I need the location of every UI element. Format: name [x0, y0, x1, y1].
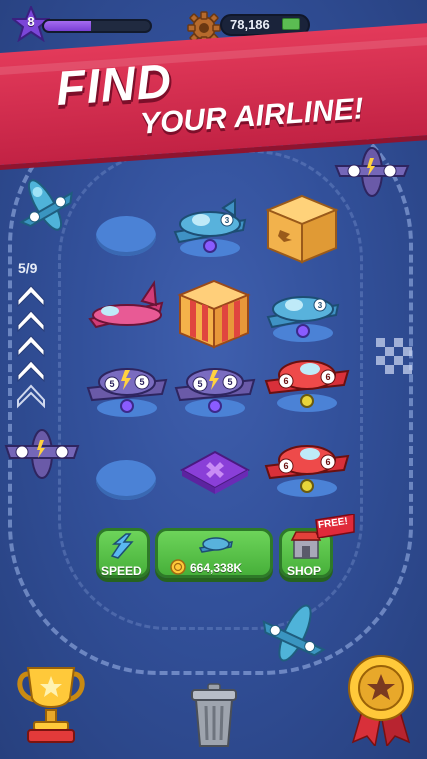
trash-icon[interactable] [190, 682, 238, 748]
merge-plane-purple-lv5[interactable]: 5 5 [82, 350, 172, 420]
svg-text:6: 6 [325, 457, 330, 467]
level-number: 8 [27, 14, 35, 29]
xp-bar [42, 19, 152, 33]
race-plane-teal-2 [262, 604, 326, 662]
merge-plane-red-lv6-b[interactable]: 6 6 [262, 430, 352, 500]
svg-text:5: 5 [139, 377, 144, 387]
shop-label: SHOP [287, 564, 322, 578]
add-slot-button[interactable] [180, 448, 250, 498]
merge-crate[interactable] [264, 190, 340, 266]
svg-text:6: 6 [283, 461, 288, 471]
trophy-icon[interactable] [14, 664, 88, 748]
runway-progress-arrows [17, 285, 45, 409]
svg-text:5: 5 [197, 379, 202, 389]
merge-plane-teal-lv3-b[interactable]: 3 [258, 275, 348, 345]
speed-label: SPEED [101, 564, 142, 578]
svg-text:6: 6 [283, 376, 288, 386]
merge-plane-purple-lv5-b[interactable]: 5 5 [170, 350, 260, 420]
checkered-flag-icon [376, 338, 412, 374]
buy-plane-price: 664,338K [190, 561, 243, 575]
merge-plane-red-lv6[interactable]: 6 6 [262, 345, 352, 415]
speed-icon [110, 533, 134, 559]
coin-amount: 78,186 [230, 17, 270, 32]
merge-plane-pink[interactable] [82, 275, 172, 345]
merge-slot-empty[interactable] [96, 216, 156, 256]
race-plane-purple [334, 147, 410, 197]
svg-text:5: 5 [227, 377, 232, 387]
race-plane-purple-2 [4, 429, 80, 479]
merge-plane-teal-lv3[interactable]: 3 [165, 190, 255, 260]
cash-icon [282, 18, 300, 30]
svg-text:5: 5 [109, 379, 114, 389]
svg-text:3: 3 [225, 216, 230, 225]
runway-progress: 5/9 [18, 260, 38, 276]
race-plane-teal [19, 179, 73, 231]
merge-slot-empty-2[interactable] [96, 460, 156, 500]
svg-text:3: 3 [318, 301, 323, 310]
xp-bar-fill [44, 21, 91, 31]
buy-plane-icon [198, 537, 233, 553]
coin-icon [170, 559, 186, 575]
svg-text:6: 6 [325, 372, 330, 382]
medal-icon[interactable] [345, 652, 417, 746]
merge-gift-box[interactable] [176, 275, 252, 351]
